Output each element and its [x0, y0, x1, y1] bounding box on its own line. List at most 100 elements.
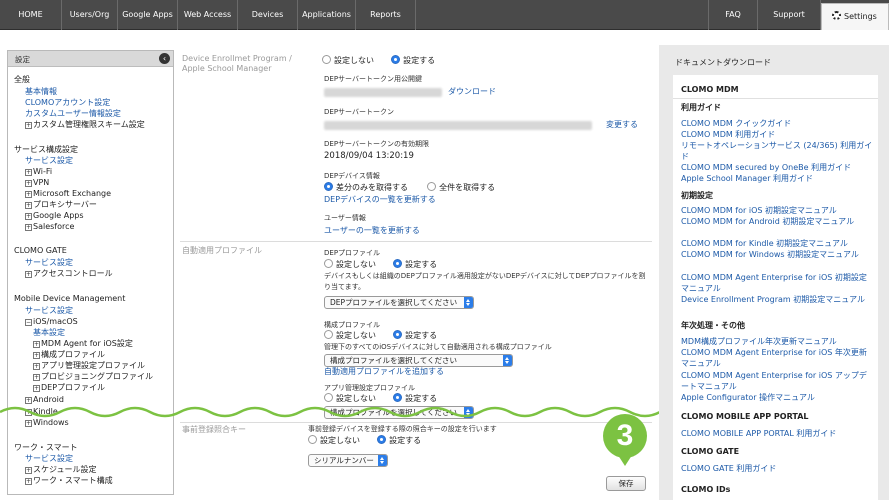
sidebar-item-label: Microsoft Exchange: [33, 189, 112, 198]
add-auto-profile-link[interactable]: 自動適用プロファイルを追加する: [324, 366, 444, 377]
sidebar-section-service: サービス構成設定: [14, 145, 78, 154]
sidebar-item-work-config[interactable]: + ワーク・スマート構成: [25, 475, 113, 486]
doc-link[interactable]: CLOMO MDM for iOS 初期設定マニュアル: [681, 205, 873, 216]
config-on-radio[interactable]: [393, 330, 403, 339]
expand-icon: +: [25, 122, 32, 129]
doc-link[interactable]: CLOMO MDM 利用ガイド: [681, 129, 873, 140]
expand-icon: +: [25, 478, 32, 485]
app-off-radio[interactable]: [324, 393, 333, 402]
doc-link[interactable]: MDM構成プロファイル年次更新マニュアル: [681, 336, 873, 347]
sidebar-item-ios-macos[interactable]: − iOS/macOS: [25, 316, 78, 327]
sidebar-item-dep-profile[interactable]: + DEPプロファイル: [33, 382, 105, 393]
app-on-radio[interactable]: [393, 393, 403, 402]
nav-google-apps[interactable]: Google Apps: [118, 0, 178, 30]
nav-settings-label: Settings: [844, 12, 877, 21]
sidebar-item-label: スケジュール設定: [33, 465, 97, 474]
sidebar-item-mdm-agent[interactable]: + MDM Agent for iOS設定: [33, 338, 133, 349]
top-nav: HOME Users/Org Google Apps Web Access De…: [0, 0, 889, 30]
preauth-off-radio[interactable]: [308, 435, 317, 444]
dep-profile-off-radio[interactable]: [324, 259, 333, 268]
expand-icon: +: [25, 169, 32, 176]
doc-link[interactable]: CLOMO MDM for Kindle 初期設定マニュアル: [681, 238, 873, 249]
sidebar-item-app-profile[interactable]: + アプリ管理設定プロファイル: [33, 360, 145, 371]
nav-users-org[interactable]: Users/Org: [62, 0, 118, 30]
doc-link[interactable]: CLOMO MDM Agent Enterprise for iOS アップデー…: [681, 370, 873, 392]
doc-link[interactable]: CLOMO MDM Agent Enterprise for iOS 初期設定マ…: [681, 272, 873, 294]
sidebar-title: 設定: [15, 55, 30, 64]
sidebar-item-config-profile[interactable]: + 構成プロファイル: [33, 349, 105, 360]
doc-link[interactable]: CLOMO MOBILE APP PORTAL 利用ガイド: [681, 428, 873, 439]
preauth-off-label: 設定しない: [320, 436, 360, 445]
sidebar-section-gate: CLOMO GATE: [14, 246, 67, 255]
nav-web-access[interactable]: Web Access: [178, 0, 238, 30]
doc-link[interactable]: CLOMO MDM for Windows 初期設定マニュアル: [681, 249, 873, 260]
expand-icon: +: [25, 420, 32, 427]
doc-link[interactable]: CLOMO GATE 利用ガイド: [681, 463, 873, 474]
sidebar-item-mdm-service[interactable]: サービス設定: [25, 305, 73, 316]
badge-pointer: [616, 452, 634, 466]
config-profile-description: 管理下のすべてのiOSデバイスに対して自動適用される構成プロファイル: [324, 343, 552, 351]
sidebar-item-provisioning[interactable]: + プロビジョニングプロファイル: [33, 371, 153, 382]
dep-profile-select[interactable]: DEPプロファイルを選択してください: [324, 296, 474, 309]
dep-on-radio[interactable]: [391, 55, 401, 64]
nav-home[interactable]: HOME: [0, 0, 62, 30]
sidebar-item-access-control[interactable]: + アクセスコントロール: [25, 268, 113, 279]
doc-link[interactable]: CLOMO MDM Agent Enterprise for iOS 年次更新マ…: [681, 347, 873, 369]
nav-faq[interactable]: FAQ: [708, 0, 758, 30]
sidebar-section-mdm: Mobile Device Management: [14, 294, 126, 303]
doc-link[interactable]: Apple School Manager 利用ガイド: [681, 173, 873, 184]
config-off-radio[interactable]: [324, 330, 333, 339]
collapse-icon[interactable]: ‹: [159, 53, 170, 64]
sidebar-item-work-service[interactable]: サービス設定: [25, 453, 73, 464]
sidebar-item-service-settings[interactable]: サービス設定: [25, 155, 73, 166]
dep-profile-on-radio[interactable]: [393, 259, 403, 268]
sidebar-item-label: DEPプロファイル: [41, 383, 106, 392]
token-change-link[interactable]: 変更する: [606, 119, 638, 130]
preauth-key-select[interactable]: シリアルナンバー: [308, 454, 388, 467]
app-profile-select-value: 構成プロファイルを選択してください: [330, 408, 458, 417]
sidebar-item-clomo-account[interactable]: CLOMOアカウント設定: [25, 97, 110, 108]
doc-link[interactable]: CLOMO MDM クイックガイド: [681, 118, 873, 129]
sidebar-item-salesforce[interactable]: + Salesforce: [25, 221, 74, 232]
all-radio[interactable]: [427, 182, 437, 191]
sidebar-item-kindle[interactable]: + Kindle: [25, 406, 58, 417]
dep-profile-select-value: DEPプロファイルを選択してください: [330, 298, 458, 307]
sidebar-item-wifi[interactable]: + Wi-Fi: [25, 166, 52, 177]
app-profile-select[interactable]: 構成プロファイルを選択してください: [324, 406, 474, 419]
config-on-label: 設定する: [405, 331, 438, 340]
sidebar-item-label: Google Apps: [33, 211, 84, 220]
doc-link[interactable]: リモートオペレーションサービス (24/365) 利用ガイド: [681, 140, 873, 162]
nav-reports[interactable]: Reports: [356, 0, 416, 30]
user-list-link[interactable]: ユーザーの一覧を更新する: [324, 225, 420, 236]
sidebar-item-label: Kindle: [33, 407, 58, 416]
nav-devices[interactable]: Devices: [238, 0, 298, 30]
doc-link[interactable]: CLOMO MDM for Android 初期設定マニュアル: [681, 216, 873, 227]
doc-link[interactable]: Apple Configurator 操作マニュアル: [681, 392, 873, 403]
sidebar-item-basic-info[interactable]: 基本情報: [25, 86, 57, 97]
sidebar-item-custom-user-info[interactable]: カスタムユーザー情報設定: [25, 108, 121, 119]
sidebar-item-android[interactable]: + Android: [25, 394, 64, 405]
dep-device-list-link[interactable]: DEPデバイスの一覧を更新する: [324, 194, 436, 205]
config-off-label: 設定しない: [336, 331, 376, 340]
sidebar-item-custom-permission[interactable]: + カスタム管理権限スキーム設定: [25, 119, 145, 130]
pubkey-download-link[interactable]: ダウンロード: [448, 86, 496, 97]
nav-settings[interactable]: Settings: [821, 3, 889, 30]
nav-support[interactable]: Support: [758, 0, 821, 30]
sidebar-item-schedule[interactable]: + スケジュール設定: [25, 464, 96, 475]
diff-radio[interactable]: [324, 182, 333, 191]
sidebar-item-proxy[interactable]: + プロキシサーバー: [25, 199, 97, 210]
sidebar-section-work-smart: ワーク・スマート: [14, 443, 78, 452]
nav-applications[interactable]: Applications: [298, 0, 356, 30]
doc-link[interactable]: Device Enrollment Program 初期設定マニュアル: [681, 294, 873, 305]
preauth-on-radio[interactable]: [377, 435, 387, 444]
dep-off-radio[interactable]: [322, 55, 331, 64]
sidebar-item-vpn[interactable]: + VPN: [25, 177, 49, 188]
sidebar-item-google-apps[interactable]: + Google Apps: [25, 210, 84, 221]
doc-link[interactable]: CLOMO MDM secured by OneBe 利用ガイド: [681, 162, 873, 173]
sidebar-item-gate-service[interactable]: サービス設定: [25, 257, 73, 268]
sidebar-item-basic-settings[interactable]: 基本設定: [33, 327, 65, 338]
sidebar-item-windows[interactable]: + Windows: [25, 417, 69, 428]
sidebar-item-exchange[interactable]: + Microsoft Exchange: [25, 188, 111, 199]
save-button[interactable]: 保存: [606, 476, 646, 491]
expand-icon: +: [25, 271, 32, 278]
